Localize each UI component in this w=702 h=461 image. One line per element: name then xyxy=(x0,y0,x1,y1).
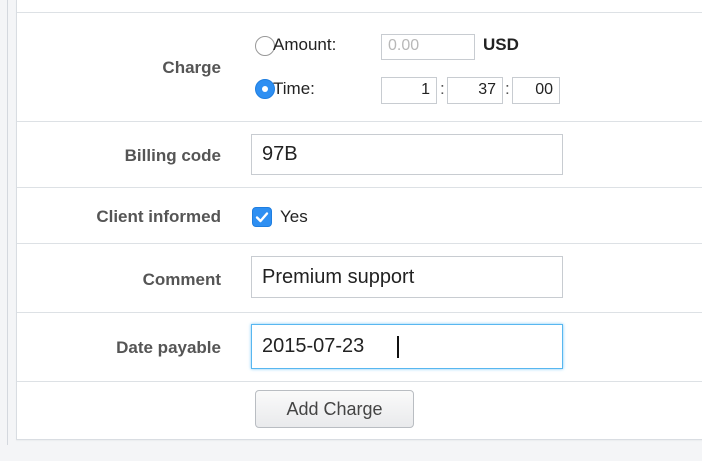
billing-code-label: Billing code xyxy=(124,146,221,165)
date-payable-input[interactable]: 2015-07-23 xyxy=(251,324,563,369)
date-payable-value: 2015-07-23 xyxy=(262,335,365,357)
time-separator: : xyxy=(440,79,445,98)
time-hours-input[interactable]: 1 xyxy=(381,77,437,104)
time-separator: : xyxy=(505,79,510,98)
amount-input[interactable]: 0.00 xyxy=(381,34,475,60)
time-minutes-input[interactable]: 37 xyxy=(447,77,503,104)
comment-input[interactable]: Premium support xyxy=(251,256,563,298)
checkmark-icon xyxy=(255,212,269,223)
billing-code-row: Billing code 97B xyxy=(17,122,702,188)
add-charge-button[interactable]: Add Charge xyxy=(255,390,414,428)
currency-label: USD xyxy=(483,35,519,54)
date-payable-label: Date payable xyxy=(116,338,221,357)
client-informed-checkbox-label[interactable]: Yes xyxy=(280,207,308,227)
amount-radio[interactable] xyxy=(255,36,275,56)
charge-label: Charge xyxy=(162,58,221,77)
time-radio-label[interactable]: Time: xyxy=(273,79,315,99)
client-informed-checkbox[interactable] xyxy=(252,207,272,227)
billing-code-input[interactable]: 97B xyxy=(251,134,563,175)
charge-row: Charge Amount: 0.00 USD Time: 1 : 37 : 0… xyxy=(17,13,702,122)
text-caret xyxy=(397,336,399,358)
actions-row: Add Charge xyxy=(17,382,702,439)
charge-form-panel: Charge Amount: 0.00 USD Time: 1 : 37 : 0… xyxy=(16,0,702,440)
client-informed-label: Client informed xyxy=(96,207,221,226)
time-seconds-input[interactable]: 00 xyxy=(512,77,560,104)
client-informed-row: Client informed Yes xyxy=(17,188,702,244)
time-radio[interactable] xyxy=(255,79,275,99)
date-payable-row: Date payable 2015-07-23 xyxy=(17,313,702,382)
comment-label: Comment xyxy=(142,270,221,289)
amount-radio-label[interactable]: Amount: xyxy=(273,35,336,55)
comment-row: Comment Premium support xyxy=(17,244,702,313)
